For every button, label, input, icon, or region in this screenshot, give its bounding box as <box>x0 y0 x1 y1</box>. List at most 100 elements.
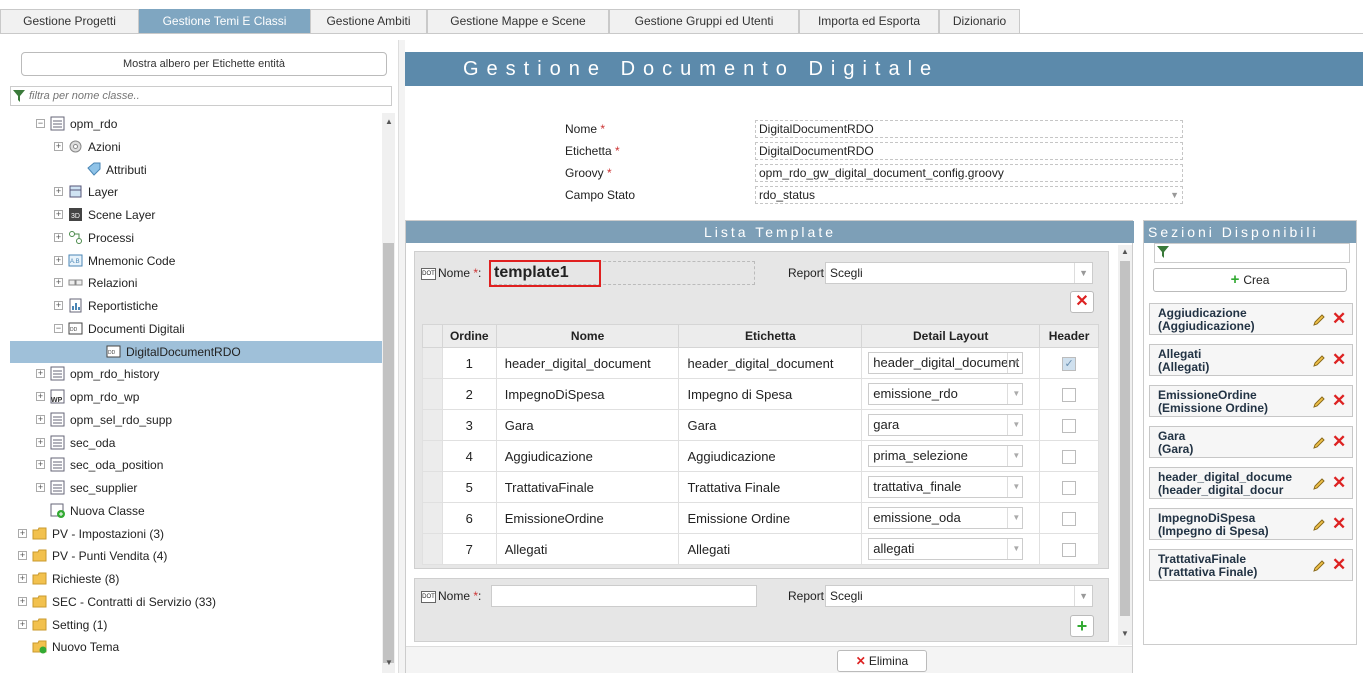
tab-gestione-temi-e-classi[interactable]: Gestione Temi E Classi <box>139 9 310 34</box>
scroll-up-icon[interactable]: ▲ <box>1121 247 1129 256</box>
section-item[interactable]: Allegati (Allegati) ✕ <box>1149 344 1353 376</box>
delete-icon[interactable]: ✕ <box>1332 391 1346 411</box>
tree-node[interactable]: + sec_oda <box>10 432 382 454</box>
collapse-icon[interactable]: − <box>36 119 45 128</box>
panel-splitter[interactable] <box>398 40 405 673</box>
detail-layout-select[interactable]: emissione_rdo ▼ <box>868 383 1024 405</box>
nome-field[interactable]: DigitalDocumentRDO <box>755 120 1183 138</box>
table-row[interactable]: 3 Gara Gara gara ▼ <box>422 409 1099 441</box>
tree-node[interactable]: Nuovo Tema <box>10 636 382 658</box>
tree-node[interactable]: + Richieste (8) <box>10 568 382 590</box>
tab-importa-ed-esporta[interactable]: Importa ed Esporta <box>799 9 939 34</box>
delete-icon[interactable]: ✕ <box>1332 309 1346 329</box>
tree-node[interactable]: + opm_sel_rdo_supp <box>10 409 382 431</box>
row-gutter[interactable] <box>422 409 443 441</box>
expand-icon[interactable]: + <box>54 141 63 151</box>
pencil-icon[interactable] <box>1312 436 1326 450</box>
section-item[interactable]: Gara (Gara) ✕ <box>1149 426 1353 458</box>
elimina-button[interactable]: ✕ Elimina <box>837 650 927 672</box>
expand-icon[interactable]: + <box>36 414 45 424</box>
expand-icon[interactable]: + <box>54 301 63 310</box>
header-checkbox[interactable] <box>1062 511 1077 526</box>
tree-node[interactable]: + sec_supplier <box>10 477 382 499</box>
tree-node[interactable]: DD DigitalDocumentRDO <box>10 340 382 363</box>
scrollbar-thumb[interactable] <box>383 243 394 663</box>
template-list-scrollbar[interactable]: ▲ ▼ <box>1118 245 1132 645</box>
tab-gestione-ambiti[interactable]: Gestione Ambiti <box>310 9 427 34</box>
expand-icon[interactable]: + <box>54 255 63 265</box>
class-filter-input[interactable] <box>29 88 384 104</box>
table-row[interactable]: 1 header_digital_document header_digital_d… <box>422 347 1099 379</box>
tree-node[interactable]: + opm_rdo_history <box>10 363 382 385</box>
expand-icon[interactable]: + <box>36 483 45 492</box>
tree-node[interactable]: + Processi <box>10 227 382 249</box>
row-gutter[interactable] <box>422 378 443 410</box>
row-gutter[interactable] <box>422 502 443 534</box>
header-checkbox[interactable] <box>1062 449 1077 464</box>
tree-node[interactable]: Attributi <box>10 159 382 181</box>
header-checkbox[interactable]: ✓ <box>1062 356 1077 371</box>
detail-layout-select[interactable]: emissione_oda ▼ <box>868 507 1024 529</box>
delete-icon[interactable]: ✕ <box>1332 350 1346 370</box>
expand-icon[interactable]: + <box>18 551 27 561</box>
row-gutter[interactable] <box>422 347 443 379</box>
table-row[interactable]: 4 Aggiudicazione Aggiudicazione prima_selez… <box>422 440 1099 472</box>
tree-node[interactable]: − DD Documenti Digitali <box>10 318 382 340</box>
tab-gestione-progetti[interactable]: Gestione Progetti <box>0 9 139 34</box>
header-checkbox[interactable] <box>1062 387 1077 402</box>
expand-icon[interactable]: + <box>18 596 27 606</box>
section-item[interactable]: header_digital_docume (header_digital_doc… <box>1149 467 1353 499</box>
row-gutter[interactable] <box>422 533 443 565</box>
col-nome[interactable]: Nome <box>495 324 680 348</box>
table-row[interactable]: 2 ImpegnoDiSpesa Impegno di Spesa emissione… <box>422 378 1099 410</box>
pencil-icon[interactable] <box>1312 395 1326 409</box>
expand-icon[interactable]: + <box>54 278 63 288</box>
expand-icon[interactable]: + <box>54 232 63 242</box>
expand-icon[interactable]: + <box>36 460 45 470</box>
header-checkbox[interactable] <box>1062 480 1077 495</box>
expand-icon[interactable]: + <box>36 437 45 447</box>
expand-icon[interactable]: + <box>18 574 27 583</box>
table-row[interactable]: 5 TrattativaFinale Trattativa Finale tratta… <box>422 471 1099 503</box>
tab-gestione-mappe-e-scene[interactable]: Gestione Mappe e Scene <box>427 9 609 34</box>
tree-node[interactable]: + WP opm_rdo_wp <box>10 386 382 408</box>
sections-filter-input[interactable] <box>1154 243 1350 263</box>
expand-icon[interactable]: + <box>54 210 63 219</box>
expand-icon[interactable]: + <box>36 369 45 379</box>
tab-gestione-gruppi-ed-utenti[interactable]: Gestione Gruppi ed Utenti <box>609 9 799 34</box>
row-gutter[interactable] <box>422 440 443 472</box>
expand-icon[interactable]: + <box>18 619 27 629</box>
section-item[interactable]: Aggiudicazione (Aggiudicazione) ✕ <box>1149 303 1353 335</box>
tree-node[interactable]: +3D Scene Layer <box>10 204 382 226</box>
tree-node[interactable]: + Azioni <box>10 136 382 158</box>
detail-layout-select[interactable]: prima_selezione ▼ <box>868 445 1024 467</box>
delete-template-button[interactable]: ✕ <box>1070 291 1094 313</box>
scroll-down-icon[interactable]: ▼ <box>385 658 393 667</box>
section-item[interactable]: TrattativaFinale (Trattativa Finale) ✕ <box>1149 549 1353 581</box>
header-checkbox[interactable] <box>1062 418 1077 433</box>
new-template-name-input[interactable] <box>491 585 757 607</box>
tree-node[interactable]: + PV - Punti Vendita (4) <box>10 545 382 567</box>
report-select[interactable]: Scegli ▼ <box>825 262 1093 284</box>
col-header[interactable]: Header <box>1039 324 1099 348</box>
section-item[interactable]: ImpegnoDiSpesa (Impegno di Spesa) ✕ <box>1149 508 1353 540</box>
detail-layout-select[interactable]: header_digital_document ▼ <box>868 352 1024 374</box>
pencil-icon[interactable] <box>1312 354 1326 368</box>
tree-node[interactable]: Nuova Classe <box>10 500 382 522</box>
expand-icon[interactable]: + <box>18 528 27 538</box>
tree-node[interactable]: − opm_rdo <box>10 113 382 135</box>
row-gutter[interactable] <box>422 471 443 503</box>
groovy-field[interactable]: opm_rdo_gw_digital_document_config.groov… <box>755 164 1183 182</box>
tree-node[interactable]: + sec_oda_position <box>10 454 382 476</box>
col-etichetta[interactable]: Etichetta <box>678 324 863 348</box>
campo-stato-select[interactable]: rdo_status ▼ <box>755 186 1183 204</box>
add-template-button[interactable]: + <box>1070 615 1094 637</box>
collapse-icon[interactable]: − <box>54 323 63 333</box>
expand-icon[interactable]: + <box>54 187 63 197</box>
tree-node[interactable]: + A.B Mnemonic Code <box>10 250 382 272</box>
pencil-icon[interactable] <box>1312 313 1326 327</box>
detail-layout-select[interactable]: allegati ▼ <box>868 538 1024 560</box>
expand-icon[interactable]: + <box>36 392 45 401</box>
pencil-icon[interactable] <box>1312 518 1326 532</box>
col-detail-layout[interactable]: Detail Layout <box>861 324 1041 348</box>
